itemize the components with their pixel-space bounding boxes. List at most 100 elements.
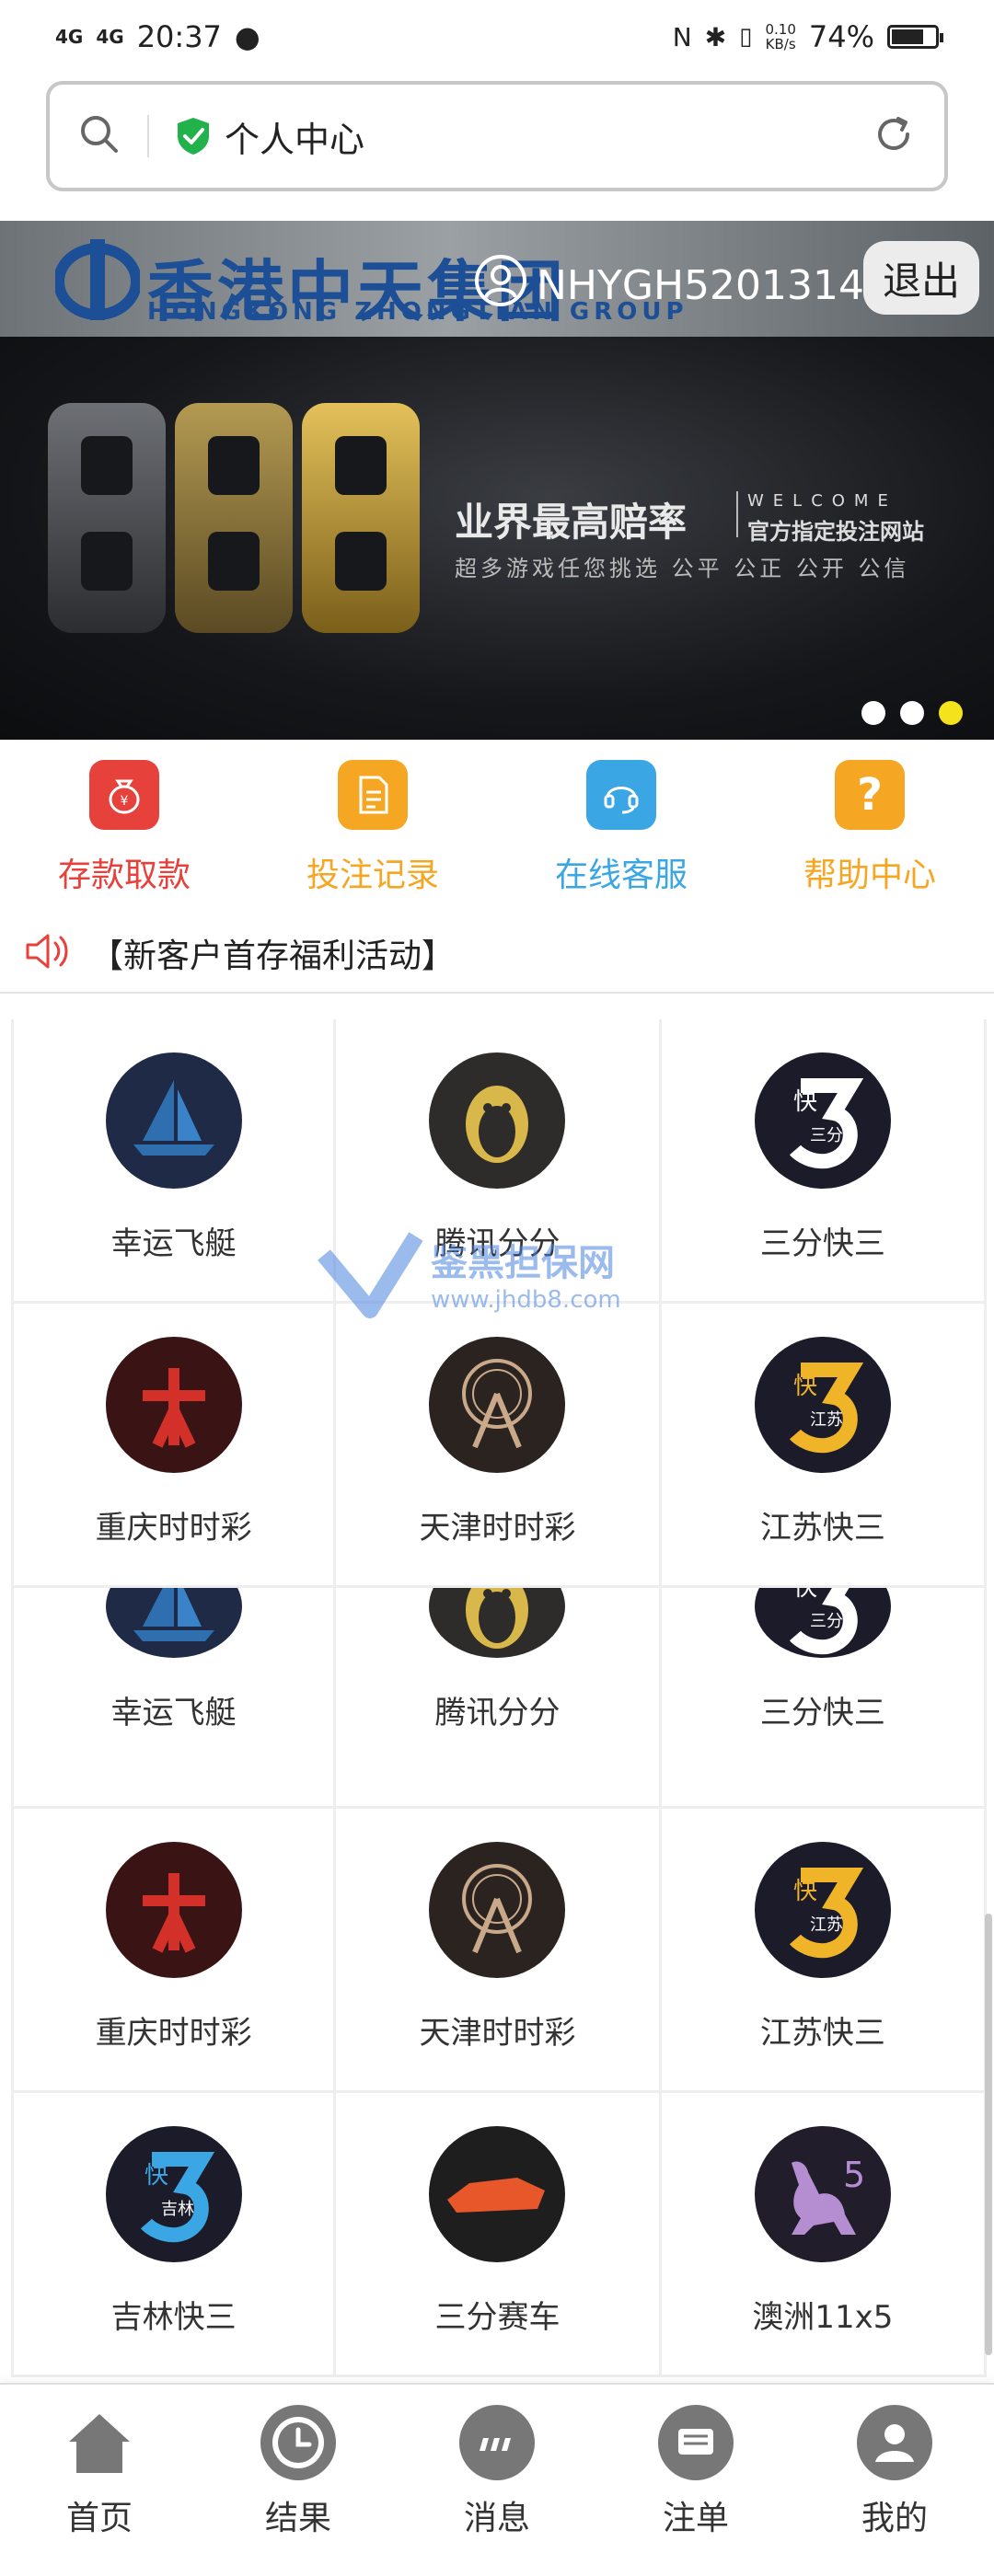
network-speed: 0.10 KB/s: [765, 21, 796, 52]
bluetooth-icon: ✱: [704, 21, 727, 52]
brand-logo-icon: [55, 239, 140, 320]
chat-icon: [459, 2405, 535, 2480]
tab-label: 注单: [662, 2500, 729, 2537]
quick-nav-label: 帮助中心: [803, 857, 936, 894]
watermark-url: www.jhdb8.com: [431, 1286, 621, 1314]
message-list-icon: [658, 2405, 734, 2480]
scrollbar[interactable]: [985, 1914, 992, 2355]
user-icon: [474, 254, 527, 317]
carousel-dot[interactable]: [900, 701, 924, 725]
watermark: 鉴黑担保网 www.jhdb8.com: [315, 1227, 621, 1319]
k3-jiangsu-icon: 快江苏: [754, 1842, 891, 1978]
game-name: 幸运飞艇: [110, 1695, 237, 1731]
game-tile[interactable]: 快三分三分快三: [661, 1588, 987, 1809]
reload-icon[interactable]: [871, 111, 917, 161]
game-tile[interactable]: 重庆时时彩: [11, 1809, 337, 2093]
k3-jilin-icon: 快吉林: [105, 2126, 242, 2262]
chongqing-icon: [105, 1842, 242, 1978]
document-icon: [338, 760, 408, 830]
nfc-icon: N: [672, 21, 692, 52]
svg-text:快: 快: [793, 1373, 817, 1400]
banner-headline: 业界最高赔率: [455, 500, 688, 545]
money-bag-icon: ¥: [89, 760, 159, 830]
carousel-dot[interactable]: [861, 701, 885, 725]
network-indicator-2: 4G: [96, 26, 124, 48]
kangaroo-icon: 5: [754, 2126, 891, 2262]
game-tile[interactable]: 快江苏江苏快三: [661, 1809, 987, 2093]
tab-messages[interactable]: 消息: [398, 2385, 596, 2576]
game-tile[interactable]: 5 澳洲11x5: [661, 2093, 987, 2377]
game-name: 三分快三: [759, 1695, 885, 1731]
question-icon: ?: [835, 760, 905, 830]
svg-text:江苏: 江苏: [810, 1915, 843, 1935]
logout-button[interactable]: 退出: [863, 241, 979, 315]
svg-text:快: 快: [793, 1588, 817, 1602]
penguin-icon: [429, 1588, 566, 1658]
carousel-dots: [861, 701, 963, 725]
quick-nav-bet-record[interactable]: 投注记录: [248, 760, 497, 896]
quick-nav-help-center[interactable]: ? 帮助中心: [746, 760, 994, 896]
watermark-logo-icon: [318, 1232, 423, 1318]
banner-digit-8: [48, 403, 166, 633]
user-info[interactable]: NHYGH5201314: [474, 254, 864, 317]
user-icon: [857, 2405, 932, 2480]
search-icon[interactable]: [77, 112, 121, 160]
tab-mine[interactable]: 我的: [795, 2385, 994, 2576]
sailboat-icon: [105, 1588, 242, 1658]
vibrate-icon: ▯: [739, 23, 753, 51]
game-tile[interactable]: 天津时时彩: [336, 1809, 662, 2093]
svg-text:快: 快: [793, 1878, 817, 1905]
secure-shield-icon: [175, 116, 212, 156]
battery-icon: [887, 25, 943, 49]
svg-text:快: 快: [144, 2162, 168, 2190]
svg-text:¥: ¥: [121, 794, 129, 809]
tab-bets[interactable]: 注单: [596, 2385, 795, 2576]
quick-nav-customer-service[interactable]: 在线客服: [497, 760, 746, 896]
game-tile[interactable]: 快吉林 吉林快三: [11, 2093, 337, 2377]
game-name: 江苏快三: [759, 1510, 885, 1547]
notice-bar[interactable]: 【新客户首存福利活动】: [0, 914, 994, 994]
svg-text:吉林: 吉林: [161, 2200, 194, 2219]
tab-home[interactable]: 首页: [0, 2385, 199, 2576]
ferris-wheel-icon: [429, 1842, 566, 1978]
game-name: 江苏快三: [759, 2015, 885, 2052]
banner-site-text: 官方指定投注网站: [747, 519, 924, 545]
chongqing-icon: [105, 1337, 242, 1473]
tab-label: 结果: [264, 2500, 331, 2537]
wechat-notification-icon: ●: [234, 19, 260, 54]
game-tile[interactable]: 幸运飞艇: [11, 1019, 337, 1304]
bottom-tab-bar: 首页 结果 消息 注单 我的: [0, 2383, 994, 2576]
network-indicator-1: 4G: [55, 26, 84, 48]
game-tile[interactable]: 幸运飞艇: [11, 1588, 337, 1809]
carousel-dot-active[interactable]: [939, 701, 963, 725]
race-car-icon: [429, 2126, 566, 2262]
svg-text:三分: 三分: [810, 1612, 843, 1631]
headset-icon: [586, 760, 656, 830]
game-name: 三分赛车: [434, 2299, 561, 2336]
game-tile[interactable]: 腾讯分分: [336, 1588, 662, 1809]
quick-nav-deposit[interactable]: ¥ 存款取款: [0, 760, 248, 896]
game-tile[interactable]: 重庆时时彩: [11, 1304, 337, 1588]
site-header: 香港中天集团 HONGKONG ZHONGTIAN GROUP NHYGH520…: [0, 221, 994, 337]
promo-banner[interactable]: 业界最高赔率 WELCOME 官方指定投注网站 超多游戏任您挑选 公平 公正 公…: [0, 337, 994, 740]
game-name: 天津时时彩: [419, 1510, 576, 1547]
banner-slogan: 超多游戏任您挑选 公平 公正 公开 公信: [455, 556, 910, 581]
game-tile[interactable]: 快江苏江苏快三: [661, 1304, 987, 1588]
quick-nav-label: 存款取款: [57, 857, 191, 894]
banner-888-graphic: [48, 403, 420, 633]
tab-results[interactable]: 结果: [199, 2385, 398, 2576]
game-tile[interactable]: 快三分 三分快三: [661, 1019, 987, 1304]
status-right: N ✱ ▯ 0.10 KB/s 74%: [672, 19, 943, 54]
username: NHYGH5201314: [537, 262, 865, 309]
game-name: 腾讯分分: [434, 1695, 561, 1731]
clock-time: 20:37: [136, 19, 222, 54]
game-name: 澳洲11x5: [752, 2299, 894, 2336]
svg-text:江苏: 江苏: [810, 1410, 843, 1430]
watermark-text: 鉴黑担保网: [431, 1242, 615, 1284]
page-title: 个人中心: [225, 119, 365, 160]
k3-icon: 快三分: [754, 1052, 891, 1189]
game-tile[interactable]: 三分赛车: [336, 2093, 662, 2377]
browser-address-bar[interactable]: 个人中心: [46, 81, 948, 191]
game-tile[interactable]: 天津时时彩: [336, 1304, 662, 1588]
banner-separator: [736, 491, 738, 537]
